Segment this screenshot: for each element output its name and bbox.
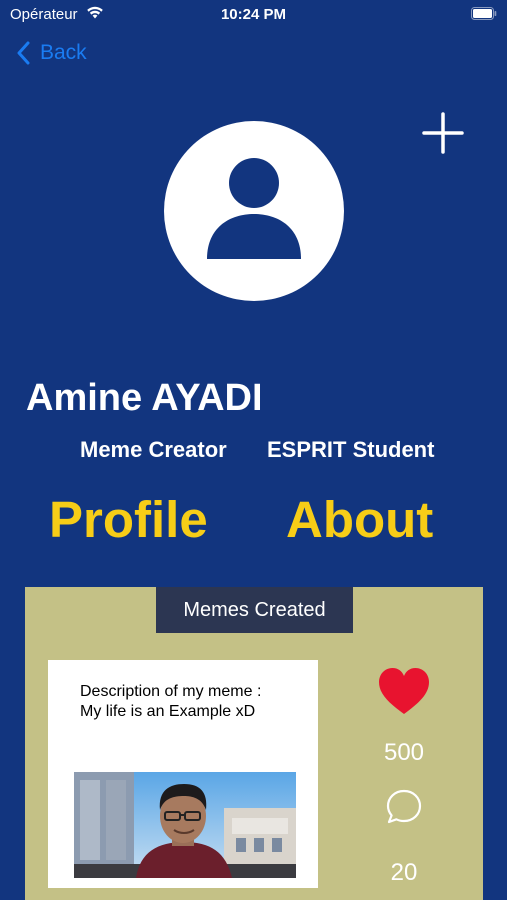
tab-about[interactable]: About bbox=[286, 490, 433, 549]
battery-icon bbox=[471, 7, 497, 20]
chevron-left-icon bbox=[17, 41, 30, 65]
comments-count: 20 bbox=[390, 859, 418, 886]
meme-description-line: My life is an Example xD bbox=[80, 703, 256, 720]
tab-profile[interactable]: Profile bbox=[49, 490, 208, 549]
role-label: Meme Creator bbox=[80, 437, 227, 462]
user-icon bbox=[207, 158, 301, 259]
status-time: 10:24 PM bbox=[220, 6, 287, 23]
back-button[interactable]: Back bbox=[16, 38, 87, 68]
role-label: ESPRIT Student bbox=[267, 437, 435, 462]
meme-description: Description of my meme : My life is an E… bbox=[80, 682, 310, 722]
avatar bbox=[164, 121, 344, 301]
memes-section: Memes Created Description of my meme : M… bbox=[25, 587, 483, 900]
heart-icon[interactable] bbox=[377, 667, 431, 717]
meme-description-line: Description of my meme : bbox=[80, 683, 262, 700]
section-title: Memes Created bbox=[156, 587, 353, 633]
profile-name: Amine AYADI bbox=[26, 377, 263, 419]
comment-icon[interactable] bbox=[385, 788, 423, 826]
profile-screen: Opérateur 10:24 PM Back Amine AYADI Meme… bbox=[0, 0, 507, 900]
status-bar: Opérateur 10:24 PM bbox=[0, 0, 507, 30]
meme-card[interactable]: Description of my meme : My life is an E… bbox=[48, 660, 318, 888]
meme-photo bbox=[74, 772, 296, 878]
plus-icon[interactable] bbox=[422, 112, 464, 154]
back-label: Back bbox=[40, 41, 87, 64]
likes-count: 500 bbox=[383, 739, 425, 766]
